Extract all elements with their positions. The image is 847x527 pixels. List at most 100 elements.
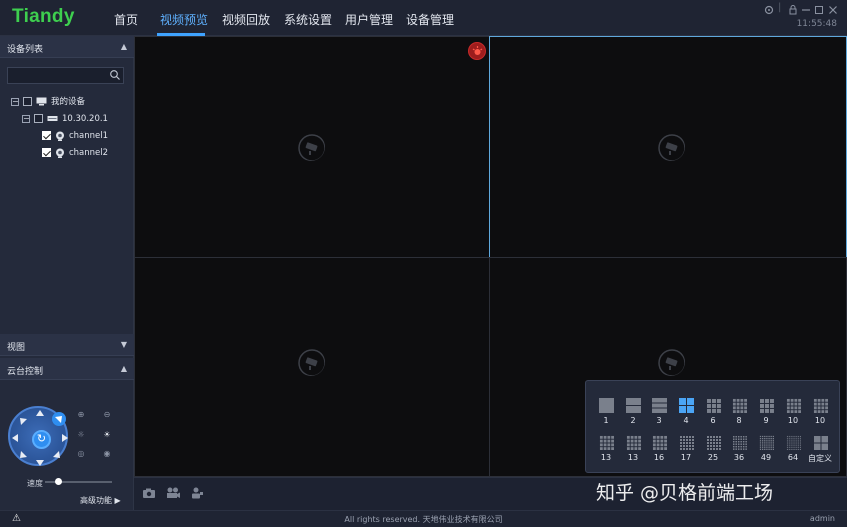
- layout-option-8[interactable]: 8: [727, 398, 751, 425]
- layout-label: 9: [763, 416, 769, 425]
- layout-option-10a[interactable]: 10: [781, 398, 805, 425]
- checkbox[interactable]: [23, 97, 32, 106]
- nav-home[interactable]: 首页: [114, 11, 138, 28]
- nvr-icon: [47, 116, 58, 121]
- ptz-panel-header[interactable]: 云台控制 ▲: [0, 358, 134, 380]
- ptz-up-left-arrow: [20, 418, 27, 425]
- layout-option-64[interactable]: 64: [781, 435, 805, 462]
- record-icon[interactable]: [166, 487, 180, 499]
- layout-label: 13: [627, 453, 639, 462]
- device-list-title: 设备列表: [7, 45, 44, 55]
- camera-icon: [56, 148, 64, 158]
- layout-8-icon: [731, 398, 747, 413]
- layout-label: 64: [787, 453, 799, 462]
- device-list-header[interactable]: 设备列表 ▲: [0, 36, 134, 58]
- search-icon[interactable]: [109, 69, 121, 81]
- ptz-direction-arrows[interactable]: [8, 406, 72, 470]
- expand-down-icon: ▼: [120, 340, 127, 349]
- tree-item-label: channel1: [69, 131, 109, 141]
- layout-17-icon: [678, 435, 694, 450]
- ptz-down-right-arrow: [53, 451, 60, 458]
- copyright-text: All rights reserved. 天地伟业技术有限公司: [344, 515, 503, 524]
- tree-item-nvr[interactable]: − 10.30.20.1: [22, 113, 108, 125]
- advanced-functions-link[interactable]: 高级功能 ▶: [80, 495, 121, 506]
- device-group-icon: [36, 97, 47, 106]
- layout-16-icon: [651, 435, 667, 450]
- layout-label: 36: [733, 453, 745, 462]
- layout-1-icon: [598, 398, 614, 413]
- nav-user-management[interactable]: 用户管理: [345, 11, 393, 28]
- watermark: 知乎 @贝格前端工场: [596, 482, 774, 504]
- layout-option-13a[interactable]: 13: [594, 435, 618, 462]
- layout-option-custom[interactable]: 自定义: [805, 435, 835, 464]
- layout-option-3[interactable]: 3: [647, 398, 671, 425]
- nav-live-view[interactable]: 视频预览: [160, 11, 208, 28]
- ptz-title: 云台控制: [7, 367, 44, 377]
- layout-label: 1: [603, 416, 609, 425]
- layout-9-icon: [758, 398, 774, 413]
- layout-label: 10: [814, 416, 826, 425]
- checkbox[interactable]: [34, 114, 43, 123]
- tree-item-channel1[interactable]: channel1: [42, 130, 108, 142]
- layout-option-13b[interactable]: 13: [621, 435, 645, 462]
- view-panel-header[interactable]: 视图 ▼: [0, 334, 134, 356]
- layout-option-2[interactable]: 2: [621, 398, 645, 425]
- layout-option-17[interactable]: 17: [674, 435, 698, 462]
- layout-option-16[interactable]: 16: [647, 435, 671, 462]
- logo: Tiandy: [12, 6, 75, 27]
- settings-icon[interactable]: [764, 5, 774, 15]
- clock: 11:55:48: [796, 19, 837, 29]
- minimize-icon[interactable]: [801, 5, 811, 15]
- layout-label: 自定义: [808, 454, 832, 463]
- ptz-down-arrow: [36, 460, 44, 466]
- snapshot-icon[interactable]: [142, 487, 156, 499]
- nav-system-settings[interactable]: 系统设置: [284, 11, 332, 28]
- layout-option-25[interactable]: 25: [701, 435, 725, 462]
- nav-playback[interactable]: 视频回放: [222, 11, 270, 28]
- layout-option-9[interactable]: 9: [754, 398, 778, 425]
- layout-option-10b[interactable]: 10: [808, 398, 832, 425]
- camera-placeholder-icon: [658, 349, 685, 376]
- layout-4-icon: [678, 398, 694, 413]
- layout-option-6[interactable]: 6: [701, 398, 725, 425]
- focus-near-icon[interactable]: ☼: [76, 430, 86, 440]
- close-icon[interactable]: [828, 5, 838, 15]
- layout-label: 6: [710, 416, 716, 425]
- talk-icon[interactable]: [190, 487, 204, 499]
- iris-open-icon[interactable]: ◎: [76, 449, 86, 459]
- tree-item-label: 我的设备: [51, 97, 86, 107]
- layout-36-icon: [731, 435, 747, 450]
- iris-close-icon[interactable]: ◉: [102, 449, 112, 459]
- layout-label: 3: [656, 416, 662, 425]
- layout-label: 8: [736, 416, 742, 425]
- collapse-up-icon: ▲: [120, 42, 127, 51]
- layout-label: 16: [653, 453, 665, 462]
- layout-selector-popup: 1 2 3 4 6 8 9 10 10 13 13 16 17 25 36 49…: [585, 380, 840, 473]
- layout-option-4[interactable]: 4: [674, 398, 698, 425]
- camera-placeholder-icon: [298, 349, 325, 376]
- layout-option-1[interactable]: 1: [594, 398, 618, 425]
- top-bar: Tiandy 首页 视频预览 视频回放 系统设置 用户管理 设备管理 | 11:…: [0, 0, 847, 36]
- layout-option-36[interactable]: 36: [727, 435, 751, 462]
- zoom-out-icon[interactable]: ⊖: [102, 410, 112, 420]
- collapse-icon[interactable]: −: [22, 114, 30, 123]
- collapse-icon[interactable]: −: [11, 97, 19, 106]
- nav-device-management[interactable]: 设备管理: [406, 11, 454, 28]
- checkbox-checked[interactable]: [42, 131, 51, 140]
- maximize-icon[interactable]: [814, 5, 824, 15]
- alarm-icon[interactable]: [468, 42, 486, 60]
- layout-label: 17: [680, 453, 692, 462]
- device-search-input[interactable]: [7, 67, 124, 84]
- checkbox-checked[interactable]: [42, 148, 51, 157]
- tree-item-label: channel2: [69, 148, 109, 158]
- ptz-right-arrow: [62, 434, 68, 442]
- layout-2-icon: [625, 398, 641, 413]
- zoom-in-icon[interactable]: ⊕: [76, 410, 86, 420]
- lock-icon[interactable]: [788, 5, 798, 15]
- layout-option-49[interactable]: 49: [754, 435, 778, 462]
- status-bar: ⚠ All rights reserved. 天地伟业技术有限公司 admin: [0, 510, 847, 527]
- tree-item-my-devices[interactable]: − 我的设备: [11, 96, 85, 108]
- focus-far-icon[interactable]: ☀: [102, 430, 112, 440]
- layout-10a-icon: [785, 398, 801, 413]
- tree-item-channel2[interactable]: channel2: [42, 147, 108, 159]
